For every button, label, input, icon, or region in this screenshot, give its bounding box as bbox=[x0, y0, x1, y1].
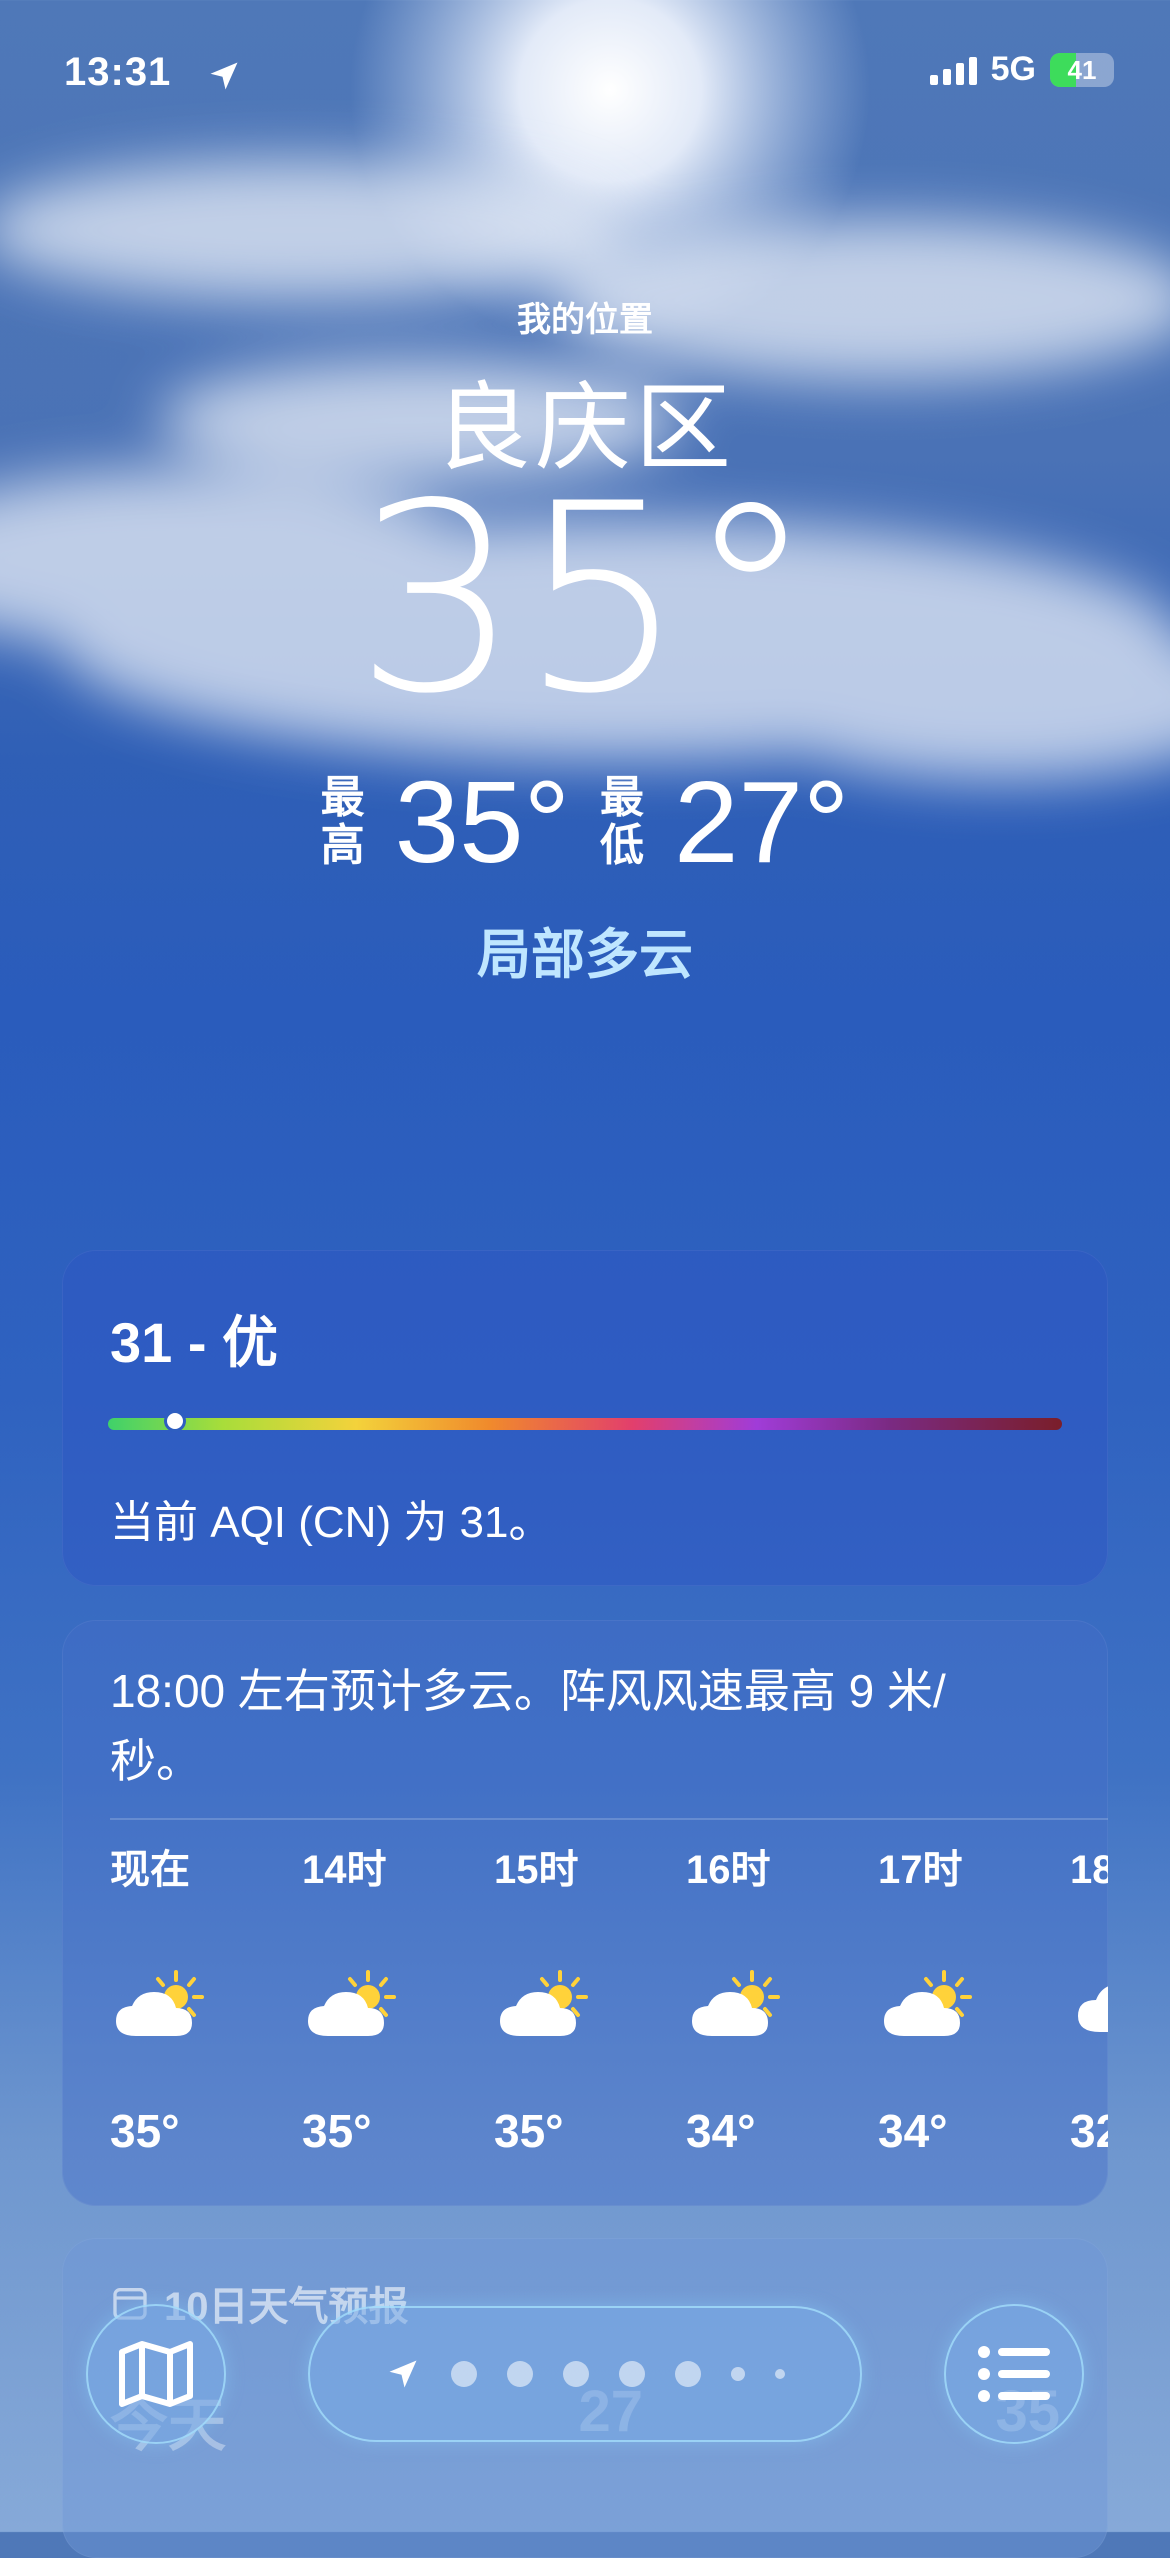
hour-item: 17时 34° bbox=[878, 1842, 1070, 2158]
page-dot[interactable] bbox=[507, 2361, 533, 2387]
page-dot[interactable] bbox=[731, 2367, 745, 2381]
signal-strength-icon bbox=[929, 55, 977, 85]
hour-item: 现在 35° bbox=[110, 1842, 302, 2158]
partly-sunny-icon bbox=[114, 1970, 204, 2038]
page-dot[interactable] bbox=[775, 2369, 785, 2379]
air-quality-card[interactable]: 31 - 优 当前 AQI (CN) 为 31。 bbox=[62, 1250, 1108, 1586]
hourly-summary: 18:00 左右预计多云。阵风风速最高 9 米/秒。 bbox=[110, 1665, 946, 1787]
location-list-button[interactable] bbox=[944, 2304, 1084, 2444]
aqi-description: 当前 AQI (CN) 为 31。 bbox=[110, 1498, 553, 1547]
partly-sunny-icon bbox=[882, 1970, 972, 2038]
aqi-title: 31 - 优 bbox=[110, 1311, 279, 1374]
hour-label: 18 bbox=[1070, 1848, 1108, 1892]
high-low-temperatures: 最高 35° 最低 27° bbox=[0, 762, 1170, 882]
cloud-icon bbox=[1078, 1986, 1108, 2032]
page-dot[interactable] bbox=[563, 2361, 589, 2387]
location-page-indicator[interactable] bbox=[308, 2306, 862, 2442]
partly-sunny-icon bbox=[306, 1970, 396, 2038]
hour-label: 17时 bbox=[878, 1848, 963, 1892]
partly-sunny-icon bbox=[498, 1970, 588, 2038]
low-label: 最低 bbox=[600, 774, 644, 870]
aqi-indicator-dot bbox=[166, 1413, 183, 1429]
hour-temperature: 34° bbox=[878, 2105, 948, 2157]
partly-sunny-icon bbox=[690, 1970, 780, 2038]
current-temperature: 35° bbox=[354, 449, 816, 751]
hour-temperature: 35° bbox=[302, 2105, 372, 2157]
hour-temperature: 35° bbox=[110, 2105, 180, 2157]
high-temperature: 35° bbox=[394, 757, 570, 887]
current-location-icon bbox=[389, 2360, 417, 2388]
battery-percentage: 41 bbox=[1067, 54, 1097, 85]
hour-item: 15时 35° bbox=[494, 1842, 686, 2158]
high-label: 最高 bbox=[321, 774, 365, 870]
location-label: 我的位置 bbox=[517, 301, 653, 339]
battery-icon: 41 bbox=[1050, 52, 1114, 87]
hour-label: 14时 bbox=[302, 1848, 387, 1892]
hour-item: 16时 34° bbox=[686, 1842, 878, 2158]
page-dot[interactable] bbox=[451, 2361, 477, 2387]
list-icon bbox=[978, 2346, 1050, 2402]
high-label-text: 最高 bbox=[320, 773, 365, 870]
low-temperature: 27° bbox=[674, 757, 850, 887]
location-arrow-icon bbox=[210, 62, 238, 90]
status-time: 13:31 bbox=[64, 50, 172, 94]
hour-item: 18 32 bbox=[1070, 1842, 1108, 2158]
hour-temperature: 35° bbox=[494, 2105, 564, 2157]
hourly-forecast-card[interactable]: 18:00 左右预计多云。阵风风速最高 9 米/秒。 现在 35° 14时 35… bbox=[62, 1620, 1108, 2206]
page-dot[interactable] bbox=[619, 2361, 645, 2387]
map-icon bbox=[119, 2341, 193, 2407]
hour-temperature: 34° bbox=[686, 2105, 756, 2157]
hour-label: 16时 bbox=[686, 1848, 771, 1892]
hour-item: 14时 35° bbox=[302, 1842, 494, 2158]
network-type: 5G bbox=[990, 50, 1036, 88]
map-button[interactable] bbox=[86, 2304, 226, 2444]
hour-temperature: 32 bbox=[1070, 2105, 1108, 2157]
weather-condition: 局部多云 bbox=[477, 925, 693, 985]
hour-label: 15时 bbox=[494, 1848, 579, 1892]
hour-label: 现在 bbox=[110, 1848, 190, 1892]
hourly-divider bbox=[110, 1818, 1108, 1820]
hourly-list[interactable]: 现在 35° 14时 35° 15时 35° 16时 34° 17时 34° 1… bbox=[110, 1842, 1108, 2158]
low-label-text: 最低 bbox=[600, 773, 644, 870]
page-dot[interactable] bbox=[675, 2361, 701, 2387]
status-bar: 13:31 5G 41 bbox=[64, 44, 1114, 104]
status-indicators: 5G 41 bbox=[929, 50, 1114, 89]
aqi-scale-bar bbox=[108, 1413, 1062, 1430]
